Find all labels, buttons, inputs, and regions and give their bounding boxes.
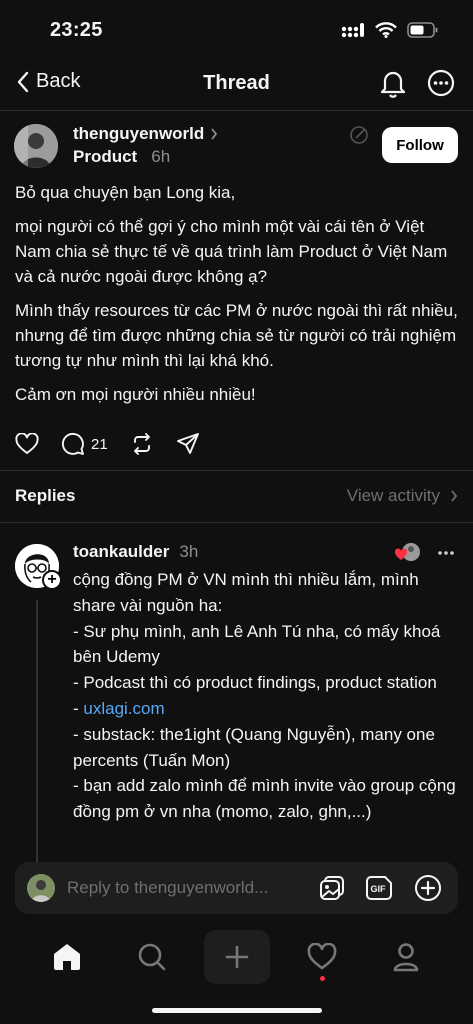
reply-line: - substack: the1ight (Quang Nguyễn), man… (73, 724, 435, 770)
post-author-name: thenguyenworld (73, 124, 205, 143)
home-icon (54, 944, 80, 970)
reply-count: 21 (91, 435, 108, 453)
tab-new-post[interactable] (204, 930, 270, 984)
chevron-right-icon (211, 128, 218, 140)
avatar[interactable] (14, 124, 58, 168)
post-paragraph: Cảm ơn mọi người nhiều nhiều! (15, 385, 256, 404)
post-paragraph: mọi người có thể gợi ý cho mình một vài … (15, 217, 448, 286)
home-indicator (152, 1008, 322, 1013)
reply-line-prefix: - (73, 698, 84, 718)
repost-icon[interactable] (130, 432, 154, 456)
reply-body: cộng đồng PM ở VN mình thì nhiều lắm, mì… (73, 567, 458, 825)
reply-composer: GIF (15, 862, 458, 914)
author-liked-icon (395, 543, 420, 561)
signal-icon (341, 23, 364, 38)
follow-button[interactable]: Follow (382, 127, 458, 163)
reply-author-name[interactable]: toankaulder (73, 542, 169, 562)
heart-icon (307, 943, 337, 970)
heart-icon[interactable] (15, 433, 39, 455)
status-icons (341, 22, 439, 38)
chevron-right-icon (451, 490, 458, 502)
post-topic-tag[interactable]: Product (73, 147, 137, 167)
reply-line: - Sư phụ mình, anh Lê Anh Tú nha, có mấy… (73, 621, 441, 667)
share-icon[interactable] (176, 432, 200, 456)
tab-bar (0, 930, 473, 990)
battery-icon (407, 22, 438, 38)
tab-profile[interactable] (373, 930, 439, 984)
wifi-icon (375, 22, 397, 38)
view-activity-label: View activity (346, 486, 440, 505)
plus-icon (225, 945, 249, 969)
tab-activity[interactable] (289, 930, 355, 984)
post-body: Bỏ qua chuyện bạn Long kia, mọi người có… (15, 180, 463, 416)
post-author[interactable]: thenguyenworld (73, 124, 218, 144)
reply-link[interactable]: uxlagi.com (83, 699, 164, 718)
nav-bar: Back Thread (0, 62, 473, 108)
reply-line-link-row: - uxlagi.com (73, 696, 458, 722)
reply-time: 3h (179, 542, 199, 561)
reply-line: - bạn add zalo mình để mình invite vào g… (73, 776, 456, 822)
status-time: 23:25 (50, 19, 103, 41)
profile-icon (393, 943, 419, 972)
notification-dot (320, 976, 325, 981)
user-photo-icon (27, 874, 55, 902)
post-paragraph: Bỏ qua chuyện bạn Long kia, (15, 183, 236, 202)
nav-divider (0, 110, 473, 111)
add-circle-icon[interactable] (414, 874, 442, 902)
post-divider (0, 470, 473, 471)
tab-home[interactable] (34, 930, 100, 984)
reply-line: cộng đồng PM ở VN mình thì nhiều lắm, mì… (73, 570, 419, 615)
avatar-photo-icon (14, 124, 58, 168)
image-icon[interactable] (318, 874, 346, 902)
svg-text:GIF: GIF (371, 884, 387, 894)
bell-icon[interactable] (379, 68, 407, 98)
post-actions: 21 (15, 432, 200, 456)
avatar (27, 874, 55, 902)
status-bar: 23:25 (0, 0, 473, 62)
replies-divider (0, 522, 473, 523)
more-options-icon[interactable] (427, 69, 455, 97)
replies-title: Replies (15, 486, 76, 505)
follow-plus-icon[interactable]: + (42, 570, 62, 590)
thread-line (36, 600, 38, 862)
search-icon (138, 943, 166, 971)
reply-input[interactable] (67, 862, 307, 914)
view-activity-link[interactable]: View activity (347, 486, 458, 506)
gif-icon[interactable]: GIF (366, 874, 394, 902)
edited-icon (350, 126, 368, 144)
post-paragraph: Mình thấy resources từ các PM ở nước ngo… (15, 301, 458, 370)
comment-icon (61, 432, 84, 455)
comment-button[interactable]: 21 (61, 432, 108, 456)
more-icon[interactable] (437, 550, 455, 556)
reply-line: - Podcast thì có product findings, produ… (73, 673, 437, 693)
tab-search[interactable] (119, 930, 185, 984)
post-time: 6h (151, 147, 171, 166)
